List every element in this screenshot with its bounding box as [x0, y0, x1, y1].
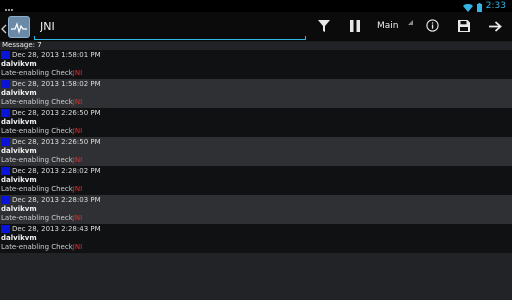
spinner-corner-icon	[408, 13, 413, 33]
info-icon	[425, 17, 439, 36]
log-tag: dalvikvm	[1, 118, 37, 126]
log-timestamp: Dec 28, 2013 2:26:50 PM	[12, 138, 101, 146]
log-message: Late-enabling CheckJNI	[1, 69, 82, 78]
log-tag: dalvikvm	[1, 205, 37, 213]
log-message-text: Late-enabling Check	[1, 243, 73, 251]
arrow-right-icon	[488, 17, 502, 36]
buffer-select-value: Main	[377, 21, 399, 31]
filter-input-underline	[34, 36, 306, 40]
log-message-highlight: JNI	[72, 156, 83, 164]
log-message: Late-enabling CheckJNI	[1, 214, 82, 223]
log-message-highlight: JNI	[72, 69, 83, 77]
log-message-text: Late-enabling Check	[1, 156, 73, 164]
log-message-highlight: JNI	[72, 127, 83, 135]
log-timestamp: Dec 28, 2013 2:28:43 PM	[12, 225, 101, 233]
filter-icon	[318, 17, 330, 36]
app-logo-icon[interactable]	[8, 16, 30, 38]
status-time: 2:33	[485, 1, 506, 11]
log-level-marker	[1, 51, 10, 59]
log-message: Late-enabling CheckJNI	[1, 185, 82, 194]
next-button[interactable]	[484, 16, 506, 36]
log-level-marker	[1, 196, 10, 204]
log-level-marker	[1, 80, 10, 88]
log-entry[interactable]: Dec 28, 2013 2:28:02 PM dalvikvm Late-en…	[0, 166, 512, 195]
log-timestamp: Dec 28, 2013 2:28:03 PM	[12, 196, 101, 204]
log-list: Message: 7 Dec 28, 2013 1:58:01 PM dalvi…	[0, 41, 512, 253]
save-icon	[458, 17, 470, 36]
status-right: 2:33	[462, 0, 506, 12]
log-message-text: Late-enabling Check	[1, 127, 73, 135]
log-entry[interactable]: Dec 28, 2013 2:28:43 PM dalvikvm Late-en…	[0, 224, 512, 253]
log-message: Late-enabling CheckJNI	[1, 127, 82, 136]
filter-input[interactable]	[34, 15, 306, 37]
chevron-left-icon[interactable]	[1, 19, 7, 38]
pause-button[interactable]	[344, 16, 366, 36]
log-tag: dalvikvm	[1, 60, 37, 68]
log-tag: dalvikvm	[1, 234, 37, 242]
log-timestamp: Dec 28, 2013 2:26:50 PM	[12, 109, 101, 117]
log-level-marker	[1, 225, 10, 233]
log-tag: dalvikvm	[1, 147, 37, 155]
status-bar: 2:33	[0, 0, 512, 17]
log-level-marker	[1, 167, 10, 175]
filter-button[interactable]	[313, 16, 335, 36]
log-entry[interactable]: Dec 28, 2013 2:26:50 PM dalvikvm Late-en…	[0, 137, 512, 166]
log-tag: dalvikvm	[1, 176, 37, 184]
log-entry[interactable]: Dec 28, 2013 2:28:03 PM dalvikvm Late-en…	[0, 195, 512, 224]
save-button[interactable]	[453, 16, 475, 36]
action-bar: Main	[0, 12, 512, 42]
log-tag: dalvikvm	[1, 89, 37, 97]
log-message-text: Late-enabling Check	[1, 69, 73, 77]
log-message-highlight: JNI	[72, 185, 83, 193]
log-message-highlight: JNI	[72, 214, 83, 222]
info-button[interactable]	[421, 16, 443, 36]
log-message: Late-enabling CheckJNI	[1, 243, 82, 252]
log-timestamp: Dec 28, 2013 1:58:01 PM	[12, 51, 101, 59]
log-entry[interactable]: Dec 28, 2013 1:58:02 PM dalvikvm Late-en…	[0, 79, 512, 108]
log-message-highlight: JNI	[72, 243, 83, 251]
log-message-text: Late-enabling Check	[1, 185, 73, 193]
log-timestamp: Dec 28, 2013 2:28:02 PM	[12, 167, 101, 175]
log-level-marker	[1, 138, 10, 146]
log-message-text: Late-enabling Check	[1, 214, 73, 222]
log-level-marker	[1, 109, 10, 117]
log-message-text: Late-enabling Check	[1, 98, 73, 106]
message-count: Message: 7	[2, 41, 42, 49]
log-message: Late-enabling CheckJNI	[1, 98, 82, 107]
log-message-highlight: JNI	[72, 98, 83, 106]
pause-icon	[350, 17, 360, 36]
log-entry[interactable]: Dec 28, 2013 2:26:50 PM dalvikvm Late-en…	[0, 108, 512, 137]
log-message: Late-enabling CheckJNI	[1, 156, 82, 165]
log-entry[interactable]: Dec 28, 2013 1:58:01 PM dalvikvm Late-en…	[0, 50, 512, 79]
log-timestamp: Dec 28, 2013 1:58:02 PM	[12, 80, 101, 88]
buffer-select[interactable]: Main	[371, 16, 415, 36]
